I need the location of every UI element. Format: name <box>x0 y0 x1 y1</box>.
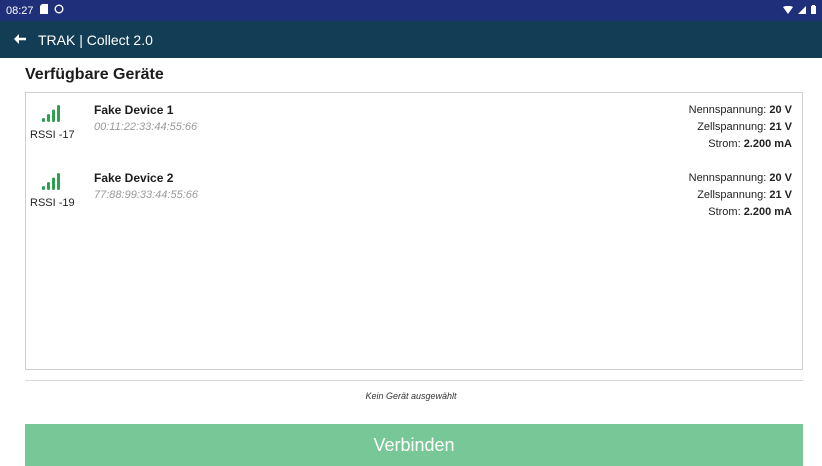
strom-row: Strom: 2.200 mA <box>689 136 792 153</box>
status-time: 08:27 <box>6 4 34 17</box>
cellular-icon <box>798 5 806 17</box>
connect-button[interactable]: Verbinden <box>25 424 803 466</box>
battery-icon <box>811 4 816 17</box>
page-title: Verfügbare Geräte <box>25 66 164 83</box>
status-right-icons <box>783 4 816 17</box>
nennspannung-row: Nennspannung: 20 V <box>689 170 792 187</box>
nennspannung-value: 20 V <box>769 104 792 116</box>
signal-strength-icon <box>42 173 60 190</box>
strom-label: Strom: <box>708 138 744 150</box>
zellspannung-value: 21 V <box>769 121 792 133</box>
strom-value: 2.200 mA <box>743 138 792 150</box>
device-mac: 00:11:22:33:44:55:66 <box>94 121 198 133</box>
zellspannung-label: Zellspannung: <box>697 121 770 133</box>
device-item[interactable]: RSSI -19 Fake Device 2 77:88:99:33:44:55… <box>26 161 802 223</box>
wifi-icon <box>783 5 793 17</box>
strom-value: 2.200 mA <box>743 206 792 218</box>
app-bar: TRAK | Collect 2.0 <box>0 21 822 58</box>
zellspannung-row: Zellspannung: 21 V <box>689 119 792 136</box>
selection-status: Kein Gerät ausgewählt <box>365 391 457 401</box>
zellspannung-row: Zellspannung: 21 V <box>689 187 792 204</box>
divider <box>25 380 803 381</box>
device-list: RSSI -17 Fake Device 1 00:11:22:33:44:55… <box>25 92 803 370</box>
strom-row: Strom: 2.200 mA <box>689 204 792 221</box>
nennspannung-row: Nennspannung: 20 V <box>689 102 792 119</box>
rssi-label: RSSI -19 <box>30 197 75 209</box>
status-bar: 08:27 <box>0 0 822 21</box>
zellspannung-value: 21 V <box>769 189 792 201</box>
device-mac: 77:88:99:33:44:55:66 <box>94 189 198 201</box>
strom-label: Strom: <box>708 206 744 218</box>
nennspannung-label: Nennspannung: <box>688 104 770 116</box>
app-title: TRAK | Collect 2.0 <box>38 31 153 48</box>
nennspannung-value: 20 V <box>769 172 792 184</box>
sd-card-icon <box>39 4 48 17</box>
nennspannung-label: Nennspannung: <box>688 172 770 184</box>
device-item[interactable]: RSSI -17 Fake Device 1 00:11:22:33:44:55… <box>26 93 802 155</box>
signal-strength-icon <box>42 105 60 122</box>
sync-icon <box>54 4 64 17</box>
rssi-label: RSSI -17 <box>30 129 75 141</box>
device-name: Fake Device 2 <box>94 171 174 185</box>
back-arrow-icon[interactable] <box>14 31 26 48</box>
device-specs: Nennspannung: 20 V Zellspannung: 21 V St… <box>689 170 792 221</box>
device-specs: Nennspannung: 20 V Zellspannung: 21 V St… <box>689 102 792 153</box>
device-name: Fake Device 1 <box>94 103 174 117</box>
zellspannung-label: Zellspannung: <box>697 189 770 201</box>
